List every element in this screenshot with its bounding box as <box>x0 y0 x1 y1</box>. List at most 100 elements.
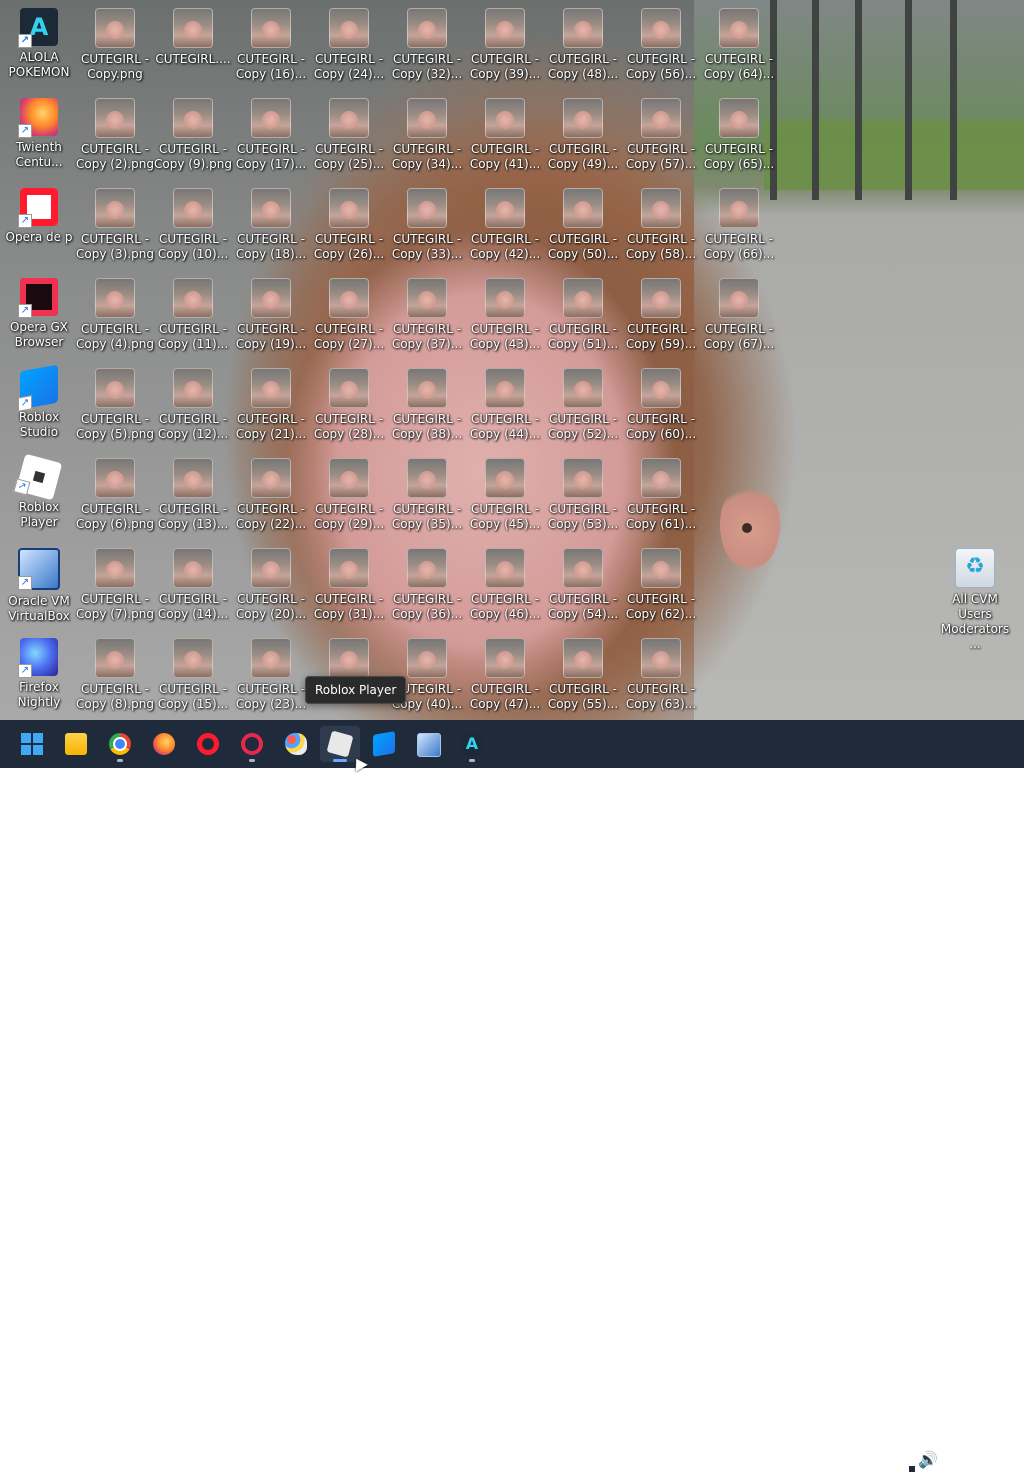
desktop-file-icon[interactable]: CUTEGIRL - Copy (57)... <box>622 92 700 182</box>
desktop-file-icon[interactable]: CUTEGIRL.... <box>154 2 232 92</box>
desktop-icon-label-line: Copy (26)... <box>313 247 385 261</box>
desktop-file-icon[interactable]: CUTEGIRL - Copy (41)... <box>466 92 544 182</box>
desktop-file-icon[interactable]: CUTEGIRL - Copy (32)... <box>388 2 466 92</box>
roblox-player-icon <box>326 730 354 758</box>
desktop-file-icon[interactable]: CUTEGIRL - Copy (20)... <box>232 542 310 632</box>
desktop-file-icon[interactable]: CUTEGIRL - Copy (13)... <box>154 452 232 542</box>
desktop-file-icon[interactable]: CUTEGIRL - Copy (27)... <box>310 272 388 362</box>
desktop-file-icon[interactable]: CUTEGIRL - Copy (47)... <box>466 632 544 722</box>
desktop-file-icon[interactable]: CUTEGIRL - Copy (48)... <box>544 2 622 92</box>
desktop-icon-label-line: Copy (38)... <box>391 427 463 441</box>
desktop-file-icon[interactable]: CUTEGIRL - Copy (50)... <box>544 182 622 272</box>
desktop-file-icon[interactable]: CUTEGIRL - Copy (36)... <box>388 542 466 632</box>
desktop-shortcut-4[interactable]: Opera GXBrowser <box>0 272 78 362</box>
desktop-icon-label-line: CUTEGIRL - <box>704 322 774 336</box>
opera-button[interactable] <box>188 726 228 762</box>
desktop-file-icon[interactable]: CUTEGIRL - Copy (25)... <box>310 92 388 182</box>
desktop-file-icon[interactable]: CUTEGIRL - Copy (18)... <box>232 182 310 272</box>
desktop-file-icon[interactable]: CUTEGIRL - Copy (63)... <box>622 632 700 722</box>
opera-gx-button[interactable] <box>232 726 272 762</box>
desktop-icon-label: CUTEGIRL - Copy (66)... <box>700 232 778 262</box>
desktop-file-icon[interactable]: CUTEGIRL - Copy (11)... <box>154 272 232 362</box>
desktop-file-icon[interactable]: CUTEGIRL - Copy (42)... <box>466 182 544 272</box>
desktop-file-icon[interactable]: CUTEGIRL - Copy (53)... <box>544 452 622 542</box>
desktop-file-icon[interactable]: CUTEGIRL - Copy (8).png <box>76 632 154 722</box>
desktop-file-icon[interactable]: CUTEGIRL - Copy (44)... <box>466 362 544 452</box>
desktop-file-icon[interactable]: CUTEGIRL - Copy (9).png <box>154 92 232 182</box>
network-icon[interactable] <box>894 1455 916 1473</box>
desktop-shortcut-7[interactable]: Oracle VMVirtualBox <box>0 542 78 632</box>
desktop-file-icon[interactable]: CUTEGIRL - Copy (64)... <box>700 2 778 92</box>
desktop-icon-label-line: Copy (4).png <box>76 337 154 351</box>
desktop-file-icon[interactable]: CUTEGIRL - Copy (37)... <box>388 272 466 362</box>
desktop-file-icon[interactable]: CUTEGIRL - Copy.png <box>76 2 154 92</box>
desktop-file-icon[interactable]: CUTEGIRL - Copy (23)... <box>232 632 310 722</box>
desktop-file-icon[interactable]: CUTEGIRL - Copy (46)... <box>466 542 544 632</box>
desktop-file-icon[interactable]: CUTEGIRL - Copy (10)... <box>154 182 232 272</box>
desktop-shortcut-1[interactable]: AALOLAPOKEMON <box>0 2 78 92</box>
desktop-file-icon[interactable]: CUTEGIRL - Copy (66)... <box>700 182 778 272</box>
desktop-shortcut-6[interactable]: Roblox Player <box>0 452 78 542</box>
desktop-file-icon[interactable]: CUTEGIRL - Copy (51)... <box>544 272 622 362</box>
file-explorer-button[interactable] <box>56 726 96 762</box>
desktop-shortcut-3[interactable]: Opera de p <box>0 182 78 272</box>
tray-chevron-up-icon[interactable]: ^ <box>866 1452 878 1468</box>
desktop-file-icon[interactable]: CUTEGIRL - Copy (38)... <box>388 362 466 452</box>
desktop-file-icon[interactable]: CUTEGIRL - Copy (14)... <box>154 542 232 632</box>
desktop-file-icon[interactable]: CUTEGIRL - Copy (33)... <box>388 182 466 272</box>
desktop-icon-label: CUTEGIRL - Copy (62)... <box>622 592 700 622</box>
desktop-file-icon[interactable]: CUTEGIRL - Copy (17)... <box>232 92 310 182</box>
desktop-file-icon[interactable]: CUTEGIRL - Copy (4).png <box>76 272 154 362</box>
paint-button[interactable] <box>276 726 316 762</box>
desktop-shortcut-8[interactable]: FirefoxNightly <box>0 632 78 722</box>
desktop-file-icon[interactable]: CUTEGIRL - Copy (29)... <box>310 452 388 542</box>
desktop-file-icon[interactable]: CUTEGIRL - Copy (56)... <box>622 2 700 92</box>
roblox-studio-button[interactable] <box>364 726 404 762</box>
desktop-file-icon[interactable]: CUTEGIRL - Copy (43)... <box>466 272 544 362</box>
desktop-file-icon[interactable]: CUTEGIRL - Copy (22)... <box>232 452 310 542</box>
desktop-icon-label-line: Copy (22)... <box>235 517 307 531</box>
desktop-file-icon[interactable]: CUTEGIRL - Copy (61)... <box>622 452 700 542</box>
desktop-file-icon[interactable]: CUTEGIRL - Copy (35)... <box>388 452 466 542</box>
desktop-shortcut-5[interactable]: Roblox Studio <box>0 362 78 452</box>
desktop-file-icon[interactable]: CUTEGIRL - Copy (26)... <box>310 182 388 272</box>
alola-button[interactable]: A <box>452 726 492 762</box>
desktop-file-icon[interactable]: CUTEGIRL - Copy (59)... <box>622 272 700 362</box>
start-button[interactable] <box>12 726 52 762</box>
desktop-icon-label-line: CUTEGIRL - <box>470 412 540 426</box>
desktop-file-icon[interactable]: CUTEGIRL - Copy (24)... <box>310 2 388 92</box>
desktop-file-icon[interactable]: CUTEGIRL - Copy (2).png <box>76 92 154 182</box>
clock[interactable]: 11:08 AM 2/21/2022 <box>944 1447 1018 1479</box>
desktop-file-icon[interactable]: CUTEGIRL - Copy (7).png <box>76 542 154 632</box>
desktop-file-icon[interactable]: CUTEGIRL - Copy (65)... <box>700 92 778 182</box>
desktop-file-icon[interactable]: CUTEGIRL - Copy (45)... <box>466 452 544 542</box>
desktop-file-icon[interactable]: CUTEGIRL - Copy (12)... <box>154 362 232 452</box>
virtualbox-button[interactable] <box>408 726 448 762</box>
recycle-bin[interactable]: ♻ All CVM Users Moderators ... <box>936 542 1014 651</box>
desktop-file-icon[interactable]: CUTEGIRL - Copy (55)... <box>544 632 622 722</box>
desktop-file-icon[interactable]: CUTEGIRL - Copy (28)... <box>310 362 388 452</box>
desktop-file-icon[interactable]: CUTEGIRL - Copy (62)... <box>622 542 700 632</box>
desktop-icon-label-line: Copy (31)... <box>313 607 385 621</box>
desktop-file-icon[interactable]: CUTEGIRL - Copy (19)... <box>232 272 310 362</box>
desktop-file-icon[interactable]: CUTEGIRL - Copy (6).png <box>76 452 154 542</box>
desktop-file-icon[interactable]: CUTEGIRL - Copy (54)... <box>544 542 622 632</box>
desktop-file-icon[interactable]: CUTEGIRL - Copy (49)... <box>544 92 622 182</box>
desktop-file-icon[interactable]: CUTEGIRL - Copy (15)... <box>154 632 232 722</box>
chrome-button[interactable] <box>100 726 140 762</box>
roblox-player-button[interactable] <box>320 726 360 762</box>
desktop-file-icon[interactable]: CUTEGIRL - Copy (39)... <box>466 2 544 92</box>
desktop-file-icon[interactable]: CUTEGIRL - Copy (16)... <box>232 2 310 92</box>
desktop-file-icon[interactable]: CUTEGIRL - Copy (60)... <box>622 362 700 452</box>
desktop-shortcut-2[interactable]: TwienthCentu... <box>0 92 78 182</box>
desktop-file-icon[interactable]: CUTEGIRL - Copy (31)... <box>310 542 388 632</box>
desktop-file-icon[interactable]: CUTEGIRL - Copy (58)... <box>622 182 700 272</box>
volume-icon[interactable]: 🔊 <box>918 1450 938 1469</box>
desktop-file-icon[interactable]: CUTEGIRL - Copy (34)... <box>388 92 466 182</box>
desktop-file-icon[interactable]: CUTEGIRL - Copy (52)... <box>544 362 622 452</box>
desktop-file-icon[interactable]: CUTEGIRL - Copy (3).png <box>76 182 154 272</box>
firefox-button[interactable] <box>144 726 184 762</box>
desktop-file-icon[interactable]: CUTEGIRL - Copy (5).png <box>76 362 154 452</box>
desktop-file-icon[interactable]: CUTEGIRL - Copy (67)... <box>700 272 778 362</box>
desktop-file-icon[interactable]: CUTEGIRL - Copy (21)... <box>232 362 310 452</box>
